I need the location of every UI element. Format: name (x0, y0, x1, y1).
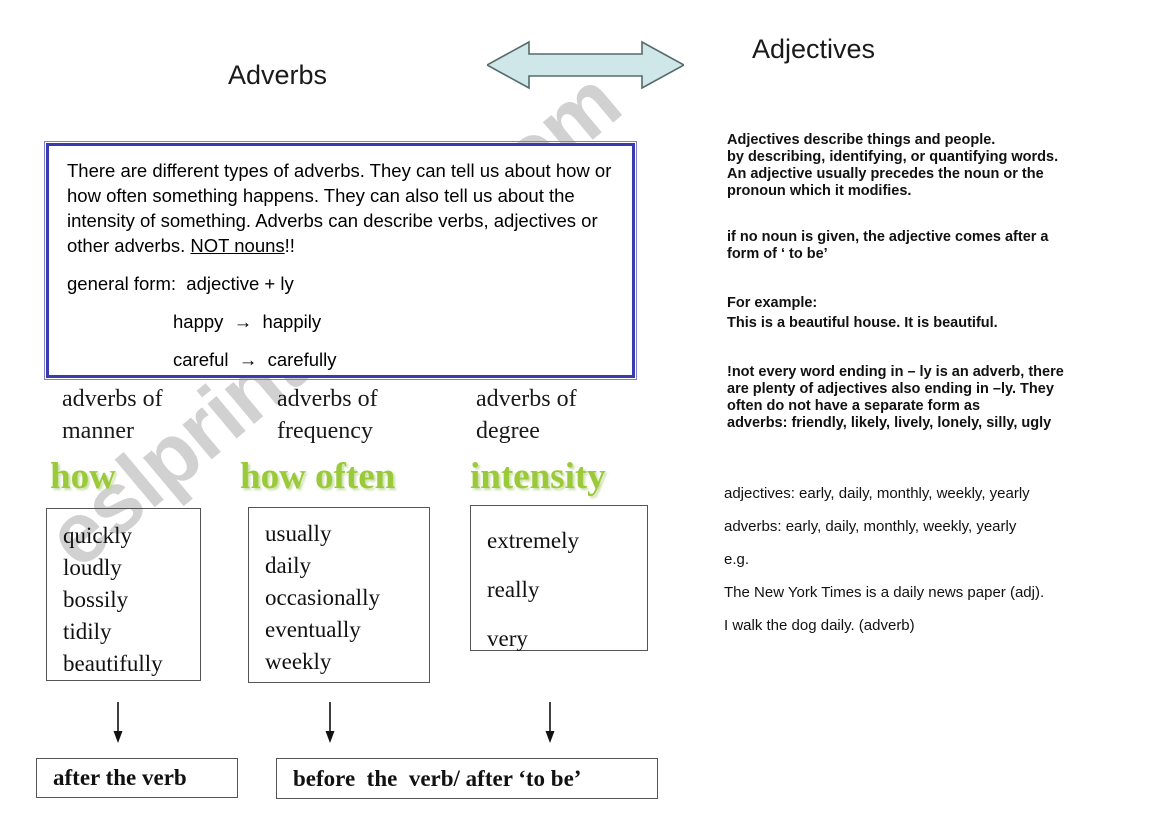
eg-label: e.g. (724, 551, 750, 568)
list-item: really (487, 577, 540, 602)
list-item: usually (265, 521, 332, 546)
result-label-before: before the verb/ after ‘to be’ (293, 765, 582, 791)
example-sentence-adj: The New York Times is a daily news paper… (724, 584, 1045, 601)
word-box-manner: quickly loudly bossily tidily beautifull… (46, 508, 201, 681)
adverbs-list-line: adverbs: early, daily, monthly, weekly, … (724, 518, 1017, 535)
word-list-frequency: usually daily occasionally eventually we… (265, 518, 380, 678)
adverb-description-underlined: NOT nouns (190, 235, 285, 256)
example-sentence-adverb: I walk the dog daily. (adverb) (724, 617, 915, 634)
column-heading-degree: adverbs of degree (476, 386, 577, 444)
down-arrow-icon (110, 702, 126, 744)
list-item: loudly (63, 555, 122, 580)
page-title-adverbs: Adverbs (228, 60, 328, 90)
adjectives-list-line: adjectives: early, daily, monthly, weekl… (724, 485, 1030, 502)
list-item: tidily (63, 619, 112, 644)
column-heading-frequency: adverbs of frequency (277, 386, 378, 444)
result-label-after: after the verb (53, 765, 187, 790)
worksheet-page: eslprintables.com Adverbs Adjectives The… (0, 0, 1169, 821)
list-item: occasionally (265, 585, 380, 610)
result-box-after-the-verb: after the verb (36, 758, 238, 798)
result-box-before-the-verb: before the verb/ after ‘to be’ (276, 758, 658, 799)
adjectives-ly-note: !not every word ending in – ly is an adv… (727, 364, 1064, 431)
green-label-how: how (50, 456, 116, 497)
list-item: quickly (63, 523, 132, 548)
adjectives-description: Adjectives describe things and people. b… (727, 132, 1059, 199)
list-item: very (487, 626, 528, 651)
column-heading-manner: adverbs of manner (62, 386, 163, 444)
list-item: bossily (63, 587, 129, 612)
adjectives-example: For example: This is a beautiful house. … (727, 295, 998, 331)
word-list-manner: quickly loudly bossily tidily beautifull… (63, 520, 163, 680)
down-arrow-icon (322, 702, 338, 744)
list-item: daily (265, 553, 311, 578)
green-label-how-often: how often (240, 456, 396, 497)
green-label-intensity: intensity (470, 456, 606, 497)
adverb-info-box: There are different types of adverbs. Th… (44, 141, 637, 380)
word-box-degree: extremely really very (470, 505, 648, 651)
adverb-description-part1: There are different types of adverbs. Th… (67, 160, 612, 256)
list-item: weekly (265, 649, 332, 674)
adverb-description-part2: !! (284, 235, 295, 256)
double-headed-arrow-icon (485, 38, 686, 92)
page-title-adjectives: Adjectives (752, 34, 876, 64)
adjectives-no-noun-rule: if no noun is given, the adjective comes… (727, 229, 1049, 262)
list-item: eventually (265, 617, 361, 642)
list-item: beautifully (63, 651, 163, 676)
word-box-frequency: usually daily occasionally eventually we… (248, 507, 430, 683)
adverb-example-happy: happy → happily (173, 311, 322, 332)
word-list-degree: extremely really very (487, 516, 579, 663)
adverb-general-form: general form: adjective + ly (67, 273, 294, 294)
down-arrow-icon (542, 702, 558, 744)
adverb-example-careful: careful → carefully (173, 349, 337, 370)
adverb-description: There are different types of adverbs. Th… (67, 158, 623, 258)
list-item: extremely (487, 528, 579, 553)
